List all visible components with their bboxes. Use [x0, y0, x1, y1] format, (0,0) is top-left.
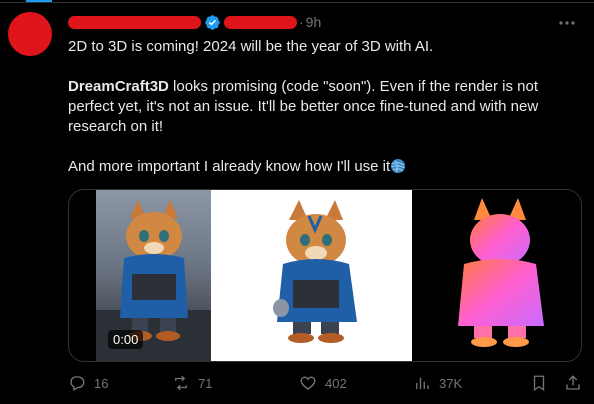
verified-icon [205, 14, 220, 30]
like-icon [300, 376, 316, 390]
render-panel-normal-map-cat [412, 190, 581, 361]
views-button[interactable]: 37K [413, 372, 462, 394]
bookmark-button[interactable] [530, 372, 548, 394]
more-icon [559, 21, 575, 25]
share-button[interactable] [564, 372, 582, 394]
bold-product-name: DreamCraft3D [68, 78, 169, 95]
tweet-text: 2D to 3D is coming! 2024 will be the yea… [68, 37, 578, 177]
views-count: 37K [439, 375, 463, 391]
tweet-paragraph-2: DreamCraft3D looks promising (code "soon… [68, 77, 578, 137]
like-count: 402 [325, 375, 347, 391]
yarn-emoji [391, 159, 406, 173]
tweet-actions: 16 71 402 37K [68, 372, 584, 394]
redacted-handle[interactable] [224, 15, 297, 29]
like-button[interactable]: 402 [299, 372, 347, 394]
tweet-header: · 9h [68, 12, 321, 32]
views-icon [416, 377, 429, 389]
textured-cat-image [273, 200, 357, 343]
render-panel-rendered-cat: 0:00 [96, 190, 211, 361]
repost-button[interactable]: 71 [172, 372, 212, 394]
render-panel-textured-cat [211, 190, 412, 361]
normal-map-cat-image [458, 198, 544, 347]
video-duration: 0:00 [108, 330, 144, 349]
repost-count: 71 [198, 375, 213, 391]
repost-icon [175, 375, 187, 391]
tweet-line-1: 2D to 3D is coming! 2024 will be the yea… [68, 38, 434, 55]
share-icon [566, 375, 580, 390]
reply-icon [70, 376, 85, 391]
bookmark-icon [533, 375, 545, 392]
reply-count: 16 [94, 375, 109, 391]
separator-dot: · [299, 14, 304, 30]
tweet-line-3-text: And more important I already know how I'… [68, 158, 391, 175]
video-media[interactable]: 0:00 [68, 189, 582, 362]
reply-button[interactable]: 16 [68, 372, 108, 394]
redacted-display-name[interactable] [68, 15, 201, 29]
timestamp[interactable]: 9h [306, 14, 322, 30]
more-options-button[interactable] [556, 14, 578, 32]
tweet-line-3: And more important I already know how I'… [68, 157, 578, 177]
avatar[interactable] [8, 12, 52, 56]
divider [0, 2, 594, 3]
